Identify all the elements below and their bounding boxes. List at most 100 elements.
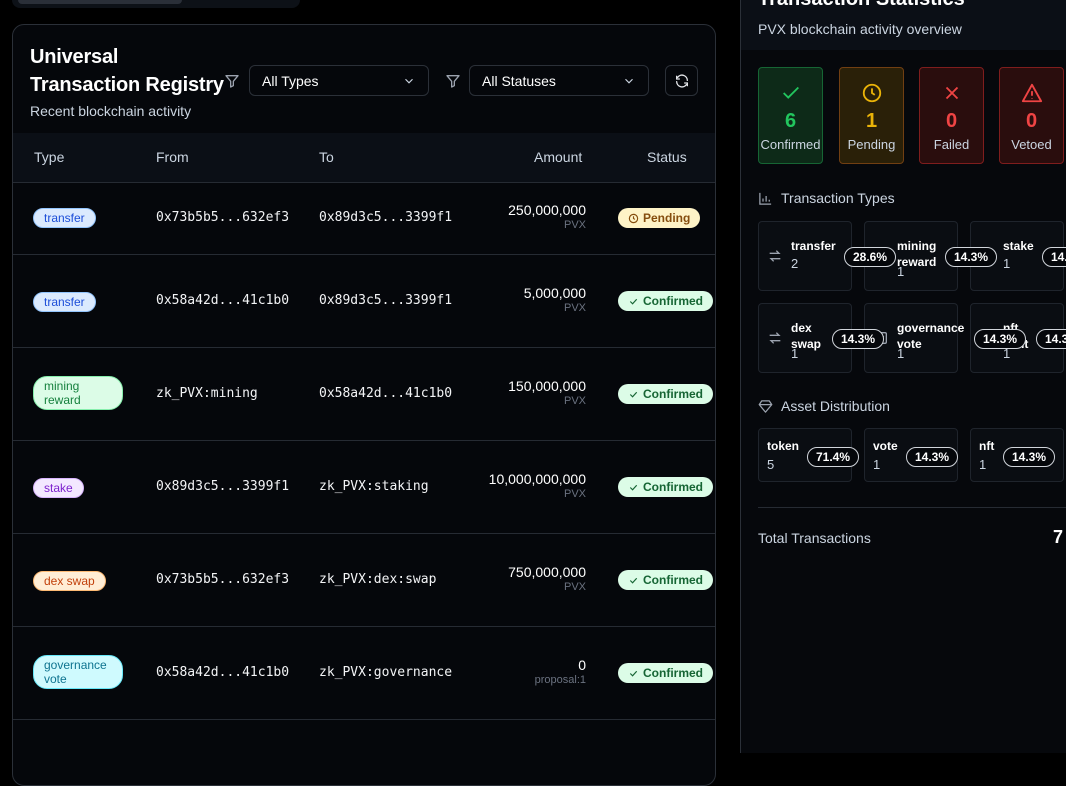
registry-subtitle: Recent blockchain activity xyxy=(30,103,192,119)
col-amount: Amount xyxy=(534,149,583,165)
amount-unit: proposal:1 xyxy=(534,674,586,686)
amount-cell: 150,000,000 PVX xyxy=(508,378,586,407)
type-badge: transfer xyxy=(33,208,96,228)
top-tab-strip xyxy=(12,0,300,8)
refresh-icon xyxy=(674,73,690,89)
status-label: Confirmed xyxy=(643,294,703,308)
amount-cell: 10,000,000,000 PVX xyxy=(489,471,586,500)
swap-arrows-icon xyxy=(767,330,783,346)
status-filter-select[interactable]: All Statuses xyxy=(469,65,649,96)
amount-cell: 5,000,000 PVX xyxy=(524,285,586,314)
check-icon xyxy=(628,296,639,307)
col-to: To xyxy=(319,149,334,165)
asset-count: 1 xyxy=(873,457,881,472)
clock-icon xyxy=(628,213,639,224)
percent-badge: 14.3% xyxy=(1036,329,1066,349)
to-address: zk_PVX:dex:swap xyxy=(319,572,437,587)
percent-badge: 14.3% xyxy=(945,247,998,267)
total-transactions-value: 7 xyxy=(1053,527,1064,547)
type-filter-select[interactable]: All Types xyxy=(249,65,429,96)
stat-label: Confirmed xyxy=(760,137,821,152)
status-badge: Confirmed xyxy=(618,384,713,404)
stat-label: Failed xyxy=(933,137,970,152)
amount-unit: PVX xyxy=(563,581,586,593)
bar-chart-icon xyxy=(758,191,773,206)
amount-cell: 0 proposal:1 xyxy=(535,657,586,686)
type-tile-transfer: transfer 2 xyxy=(758,221,852,291)
asset-label: token xyxy=(767,439,800,453)
table-header: Type From To Amount Status xyxy=(13,133,715,183)
transaction-table-body: transfer 0x73b5b5...632ef3 0x89d3c5...33… xyxy=(13,182,715,720)
stat-value: 0 xyxy=(1025,110,1038,132)
type-badge: stake xyxy=(33,478,84,498)
status-filter-icon xyxy=(445,73,461,89)
percent-badge: 14.3% xyxy=(1042,247,1066,267)
total-transactions-label: Total Transactions xyxy=(758,530,871,546)
type-count: 1 xyxy=(897,264,905,279)
type-filter-value: All Types xyxy=(262,72,319,89)
stats-header: Transaction Statistics PVX blockchain ac… xyxy=(741,0,1066,50)
type-label: stake xyxy=(1003,239,1034,253)
amount-value: 5,000,000 xyxy=(523,285,586,301)
type-badge-line2: reward xyxy=(44,393,81,407)
amount-unit: PVX xyxy=(563,302,586,314)
amount-unit: PVX xyxy=(563,395,586,407)
stats-title: Transaction Statistics xyxy=(758,0,965,11)
x-icon xyxy=(920,82,983,104)
check-icon xyxy=(628,575,639,586)
clock-icon xyxy=(840,82,903,104)
asset-distribution-heading: Asset Distribution xyxy=(758,398,890,414)
stat-label: Pending xyxy=(847,137,896,152)
status-label: Confirmed xyxy=(643,480,703,494)
status-badge: Confirmed xyxy=(618,291,713,311)
divider xyxy=(758,507,1066,508)
to-address: 0x89d3c5...3399f1 xyxy=(319,293,453,308)
status-badge: Pending xyxy=(618,208,701,228)
status-label: Confirmed xyxy=(643,666,703,680)
status-badge: Confirmed xyxy=(618,570,713,590)
table-row[interactable]: mining reward zk_PVX:mining 0x58a42d...4… xyxy=(13,348,715,441)
registry-title-line2: Transaction Registry xyxy=(30,74,224,96)
registry-title-line1: Universal xyxy=(30,46,119,68)
refresh-button[interactable] xyxy=(665,65,698,96)
stat-label: Vetoed xyxy=(1011,137,1052,152)
percent-badge: 14.3% xyxy=(974,329,1027,349)
type-count: 2 xyxy=(791,256,799,271)
amount-value: 10,000,000,000 xyxy=(488,471,586,487)
from-address: zk_PVX:mining xyxy=(156,386,258,401)
table-row[interactable]: dex swap 0x73b5b5...632ef3 zk_PVX:dex:sw… xyxy=(13,534,715,627)
type-label: governance vote xyxy=(897,321,965,351)
check-icon xyxy=(759,82,822,104)
stat-value: 6 xyxy=(784,110,797,132)
type-count: 1 xyxy=(791,346,799,361)
alert-triangle-icon xyxy=(1000,82,1063,104)
type-badge-line2: vote xyxy=(44,672,67,686)
table-row[interactable]: transfer 0x58a42d...41c1b0 0x89d3c5...33… xyxy=(13,255,715,348)
from-address: 0x58a42d...41c1b0 xyxy=(156,665,290,680)
to-address: 0x89d3c5...3399f1 xyxy=(319,210,453,225)
section-title: Asset Distribution xyxy=(781,398,890,414)
stat-pending: 1 Pending xyxy=(839,67,904,164)
status-label: Pending xyxy=(643,211,691,225)
stats-subtitle: PVX blockchain activity overview xyxy=(758,21,962,37)
percent-badge: 71.4% xyxy=(807,447,860,467)
type-badge: transfer xyxy=(33,292,96,312)
chevron-down-icon xyxy=(622,74,636,88)
percent-badge: 14.3% xyxy=(906,447,959,467)
table-row[interactable]: governance vote 0x58a42d...41c1b0 zk_PVX… xyxy=(13,627,715,720)
to-address: zk_PVX:staking xyxy=(319,479,429,494)
table-row[interactable]: transfer 0x73b5b5...632ef3 0x89d3c5...33… xyxy=(13,182,715,255)
status-label: Confirmed xyxy=(643,387,703,401)
type-count: 1 xyxy=(897,346,905,361)
table-row[interactable]: stake 0x89d3c5...3399f1 zk_PVX:staking 1… xyxy=(13,441,715,534)
from-address: 0x73b5b5...632ef3 xyxy=(156,210,290,225)
amount-value: 0 xyxy=(578,657,586,673)
registry-title: Universal Transaction Registry xyxy=(30,43,224,99)
transfer-arrows-icon xyxy=(767,248,783,264)
status-label: Confirmed xyxy=(643,573,703,587)
percent-badge: 14.3% xyxy=(832,329,885,349)
status-badge: Confirmed xyxy=(618,477,713,497)
diamond-icon xyxy=(758,399,773,414)
chevron-down-icon xyxy=(402,74,416,88)
stat-value: 1 xyxy=(865,110,878,132)
